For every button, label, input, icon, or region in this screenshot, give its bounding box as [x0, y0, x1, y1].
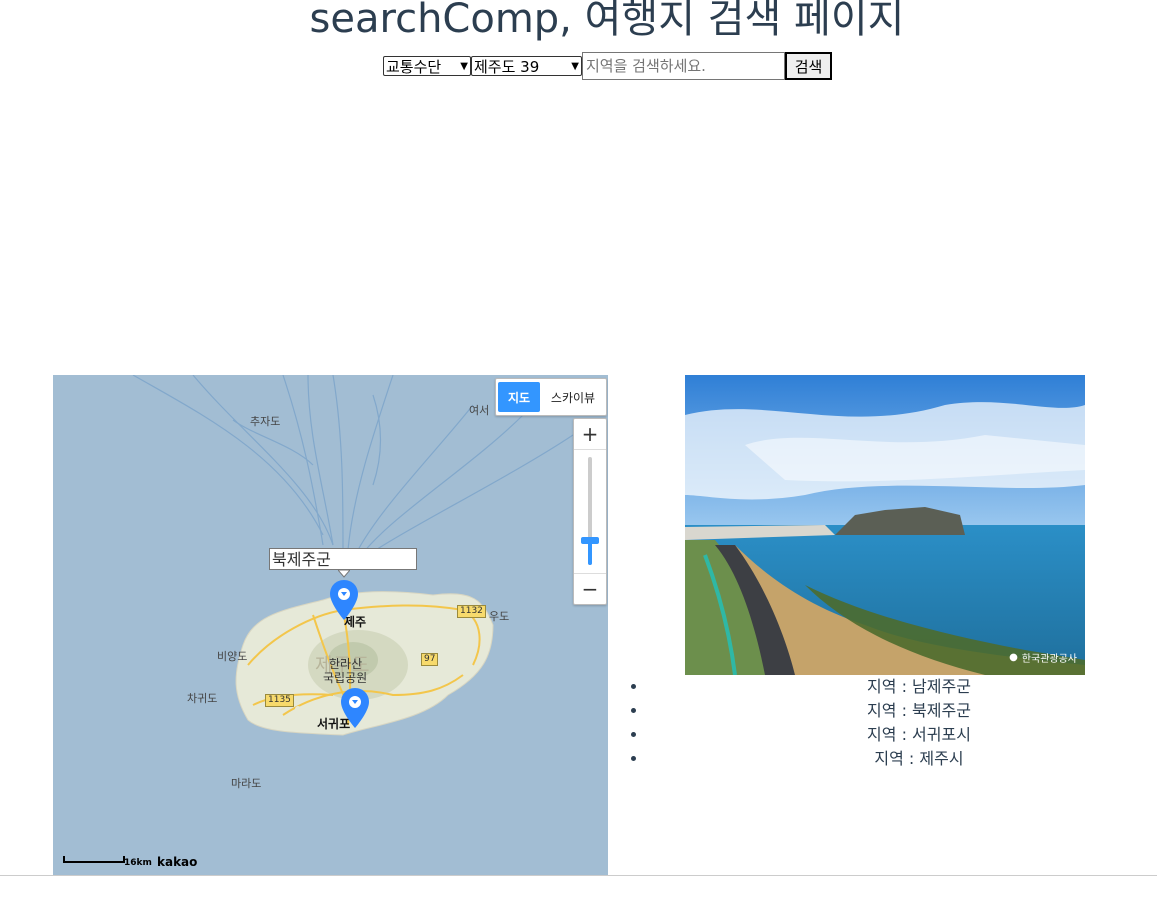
infowindow-tail-icon — [338, 570, 350, 578]
list-item: 지역 : 서귀포시 — [648, 723, 1157, 747]
list-item: 지역 : 북제주군 — [648, 699, 1157, 723]
watermark-text: 한국관광공사 — [1021, 654, 1077, 665]
infowindow-text: 북제주군 — [272, 550, 331, 569]
photo-watermark: ● 한국관광공사 — [1009, 650, 1077, 665]
map-label-chuja: 추자도 — [250, 415, 281, 428]
map-type-skyview-button[interactable]: 스카이뷰 — [540, 389, 606, 406]
tourism-logo-icon: ● — [1009, 652, 1018, 663]
kakao-map[interactable]: 추자도 여서 제주 우도 비양도 차귀도 제주도 한라산 국립공원 서귀포 마라… — [53, 375, 608, 875]
route-sign-1132: 1132 — [457, 605, 486, 618]
zoom-out-button[interactable]: − — [574, 573, 606, 604]
region-select[interactable]: 제주도 39 ▼ — [471, 56, 582, 76]
map-type-map-button[interactable]: 지도 — [498, 382, 540, 412]
list-item: 지역 : 남제주군 — [648, 675, 1157, 699]
map-infowindow[interactable]: 북제주군 — [269, 548, 417, 570]
map-label-national-park: 국립공원 — [323, 671, 368, 685]
chevron-down-icon: ▼ — [460, 60, 468, 72]
region-list: 지역 : 남제주군 지역 : 북제주군 지역 : 서귀포시 지역 : 제주시 — [630, 675, 1157, 771]
map-label-biyang: 비양도 — [217, 650, 248, 663]
map-marker-icon[interactable] — [330, 580, 358, 620]
map-label-marado: 마라도 — [231, 777, 262, 790]
region-select-value: 제주도 39 — [474, 57, 540, 76]
map-label-yeoseo: 여서 — [469, 404, 490, 417]
map-base-layer — [132, 375, 574, 736]
destination-photo: ● 한국관광공사 — [685, 375, 1085, 675]
transport-select-value: 교통수단 — [386, 57, 442, 76]
chevron-down-icon: ▼ — [571, 60, 579, 72]
search-input[interactable] — [582, 52, 785, 80]
search-button[interactable]: 검색 — [785, 52, 832, 80]
map-scale-bar — [63, 856, 125, 863]
photo-image — [685, 375, 1085, 675]
route-sign-1135: 1135 — [265, 694, 294, 707]
map-marker-icon[interactable] — [341, 688, 369, 728]
map-scale-label: 16km — [124, 858, 152, 868]
page-title: searchComp, 여행지 검색 페이지 — [309, 0, 905, 42]
list-item: 지역 : 제주시 — [648, 747, 1157, 771]
kakao-logo: kakao — [157, 855, 198, 869]
map-type-control: 지도 스카이뷰 — [495, 378, 607, 416]
zoom-slider-handle[interactable] — [581, 537, 599, 544]
zoom-control: + − — [573, 418, 607, 605]
route-sign-97: 97 — [421, 653, 439, 666]
transport-select[interactable]: 교통수단 ▼ — [383, 56, 471, 76]
search-controls: 교통수단 ▼ 제주도 39 ▼ 검색 — [383, 52, 832, 80]
divider — [0, 875, 1157, 876]
map-label-udo: 우도 — [489, 610, 510, 623]
zoom-in-button[interactable]: + — [574, 419, 606, 450]
map-label-chagwi: 차귀도 — [187, 692, 218, 705]
